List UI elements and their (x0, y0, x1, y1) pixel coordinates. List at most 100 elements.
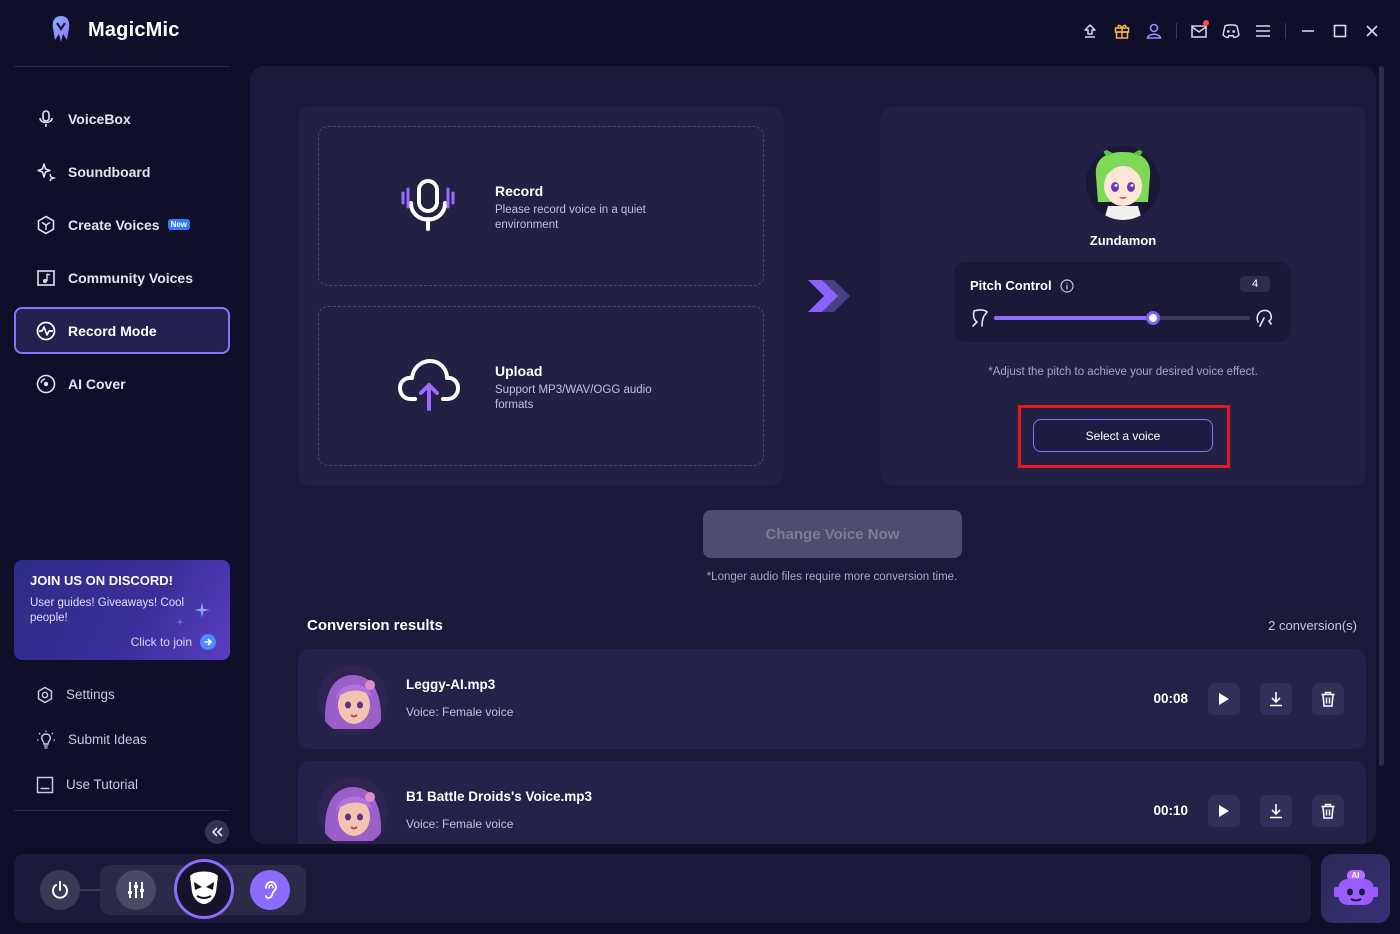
power-button[interactable] (40, 870, 80, 910)
zundamon-avatar (1086, 146, 1160, 220)
download-button[interactable] (1260, 795, 1292, 827)
result-item: B1 Battle Droids's Voice.mp3 Voice: Fema… (298, 761, 1366, 844)
double-chevron-left-icon (211, 827, 223, 837)
result-item: Leggy-AI.mp3 Voice: Female voice 00:08 (298, 649, 1366, 749)
magicmic-logo-icon (46, 14, 76, 46)
arrow-right-icon (200, 634, 216, 650)
upload-card[interactable]: Upload Support MP3/WAV/OGG audio formats (318, 306, 764, 466)
pitch-slider[interactable] (994, 311, 1250, 325)
sidebar-item-label: Community Voices (68, 269, 193, 286)
mail-icon[interactable] (1183, 20, 1215, 42)
conversion-hint: *Longer audio files require more convers… (706, 571, 958, 583)
sidebar-item-soundboard[interactable]: Soundboard (14, 148, 230, 195)
sidebar-item-label: Record Mode (68, 322, 157, 339)
sidebar-nav: VoiceBox Soundboard Create Voices New Co… (14, 95, 230, 413)
close-icon[interactable] (1356, 20, 1388, 42)
double-chevron-right-icon (806, 278, 858, 314)
results-count: 2 conversion(s) (1268, 618, 1357, 633)
sidebar-item-voicebox[interactable]: VoiceBox (14, 95, 230, 142)
app-logo: MagicMic (46, 14, 180, 46)
download-button[interactable] (1260, 683, 1292, 715)
settings-icon (36, 686, 54, 704)
cloud-upload-icon (397, 353, 461, 415)
select-voice-button[interactable]: Select a voice (1033, 419, 1213, 452)
discord-title: JOIN US ON DISCORD! (30, 573, 174, 588)
download-icon (1268, 691, 1284, 707)
notification-dot (1203, 20, 1209, 26)
discord-banner[interactable]: JOIN US ON DISCORD! User guides! Giveawa… (14, 560, 230, 660)
sidebar-item-label: Create Voices (68, 216, 160, 233)
results-title: Conversion results (307, 617, 443, 634)
bar-connector (80, 889, 102, 891)
sidebar-item-community-voices[interactable]: Community Voices (14, 254, 230, 301)
pitch-low-icon (970, 308, 990, 328)
sidebar-item-label: Soundboard (68, 163, 151, 180)
info-icon[interactable] (1060, 278, 1074, 293)
sidebar-item-label: AI Cover (68, 375, 126, 392)
play-button[interactable] (1208, 683, 1240, 715)
delete-button[interactable] (1312, 795, 1344, 827)
bottom-control-bar (14, 854, 1311, 923)
delete-button[interactable] (1312, 683, 1344, 715)
sliders-icon (126, 880, 146, 900)
input-panel: Record Please record voice in a quiet en… (298, 106, 784, 486)
sidebar-divider (14, 810, 230, 811)
change-voice-button[interactable]: Change Voice Now (703, 510, 962, 558)
sidebar-item-settings[interactable]: Settings (14, 672, 230, 717)
main-scrollbar[interactable] (1379, 66, 1384, 766)
voice-panel: Zundamon Pitch Control 4 *Adjust the pit… (880, 106, 1366, 486)
sidebar-item-label: VoiceBox (68, 110, 131, 127)
pitch-hint: *Adjust the pitch to achieve your desire… (988, 366, 1258, 378)
toolbar-separator (1176, 23, 1177, 39)
ai-assistant-button[interactable]: AI (1321, 854, 1390, 923)
result-voice: Voice: Female voice (406, 817, 514, 831)
monitor-ear-button[interactable] (250, 870, 290, 910)
mask-avatar-icon (177, 862, 231, 916)
collapse-sidebar-button[interactable] (205, 820, 229, 844)
pitch-slider-handle[interactable] (1145, 311, 1160, 325)
sidebar-item-ai-cover[interactable]: AI Cover (14, 360, 230, 407)
result-voice: Voice: Female voice (406, 705, 514, 719)
header-divider (14, 66, 230, 67)
maximize-icon[interactable] (1324, 20, 1356, 42)
sparkle-icon (36, 162, 56, 182)
female-voice-avatar (318, 777, 388, 844)
voice-name: Zundamon (1089, 233, 1157, 248)
record-card[interactable]: Record Please record voice in a quiet en… (318, 126, 764, 286)
equalizer-button[interactable] (116, 870, 156, 910)
hexagon-icon (36, 215, 56, 235)
user-icon[interactable] (1138, 20, 1170, 42)
discord-join-link[interactable]: Click to join (131, 634, 216, 650)
current-voice-avatar-button[interactable] (174, 859, 234, 919)
sidebar-item-use-tutorial[interactable]: Use Tutorial (14, 762, 230, 807)
upload-icon[interactable] (1074, 20, 1106, 42)
discord-icon[interactable] (1215, 20, 1247, 42)
disc-icon (36, 374, 56, 394)
waveform-icon (36, 321, 56, 341)
record-description: Please record voice in a quiet environme… (495, 204, 646, 231)
sidebar-item-submit-ideas[interactable]: Submit Ideas (14, 717, 230, 762)
trash-icon (1320, 803, 1336, 819)
menu-icon[interactable] (1247, 20, 1279, 42)
ai-label: AI (1351, 871, 1360, 880)
sparkle-icon (176, 618, 184, 626)
play-button[interactable] (1208, 795, 1240, 827)
sidebar-item-label: Use Tutorial (66, 777, 139, 792)
sidebar-item-record-mode[interactable]: Record Mode (14, 307, 230, 354)
result-file-name: Leggy-AI.mp3 (406, 677, 496, 692)
power-icon (50, 880, 70, 900)
sidebar-item-create-voices[interactable]: Create Voices New (14, 201, 230, 248)
discord-description: User guides! Giveaways! Cool people! (30, 597, 185, 624)
upload-title: Upload (495, 363, 543, 379)
female-voice-avatar (318, 665, 388, 735)
main-content: Record Please record voice in a quiet en… (250, 66, 1376, 844)
minimize-icon[interactable] (1292, 20, 1324, 42)
play-icon (1218, 804, 1230, 818)
microphone-icon (36, 109, 56, 129)
lightbulb-icon (36, 730, 56, 750)
app-title: MagicMic (88, 18, 180, 41)
tutorial-icon (36, 776, 54, 794)
download-icon (1268, 803, 1284, 819)
pitch-label: Pitch Control (970, 278, 1052, 293)
gift-icon[interactable] (1106, 20, 1138, 42)
